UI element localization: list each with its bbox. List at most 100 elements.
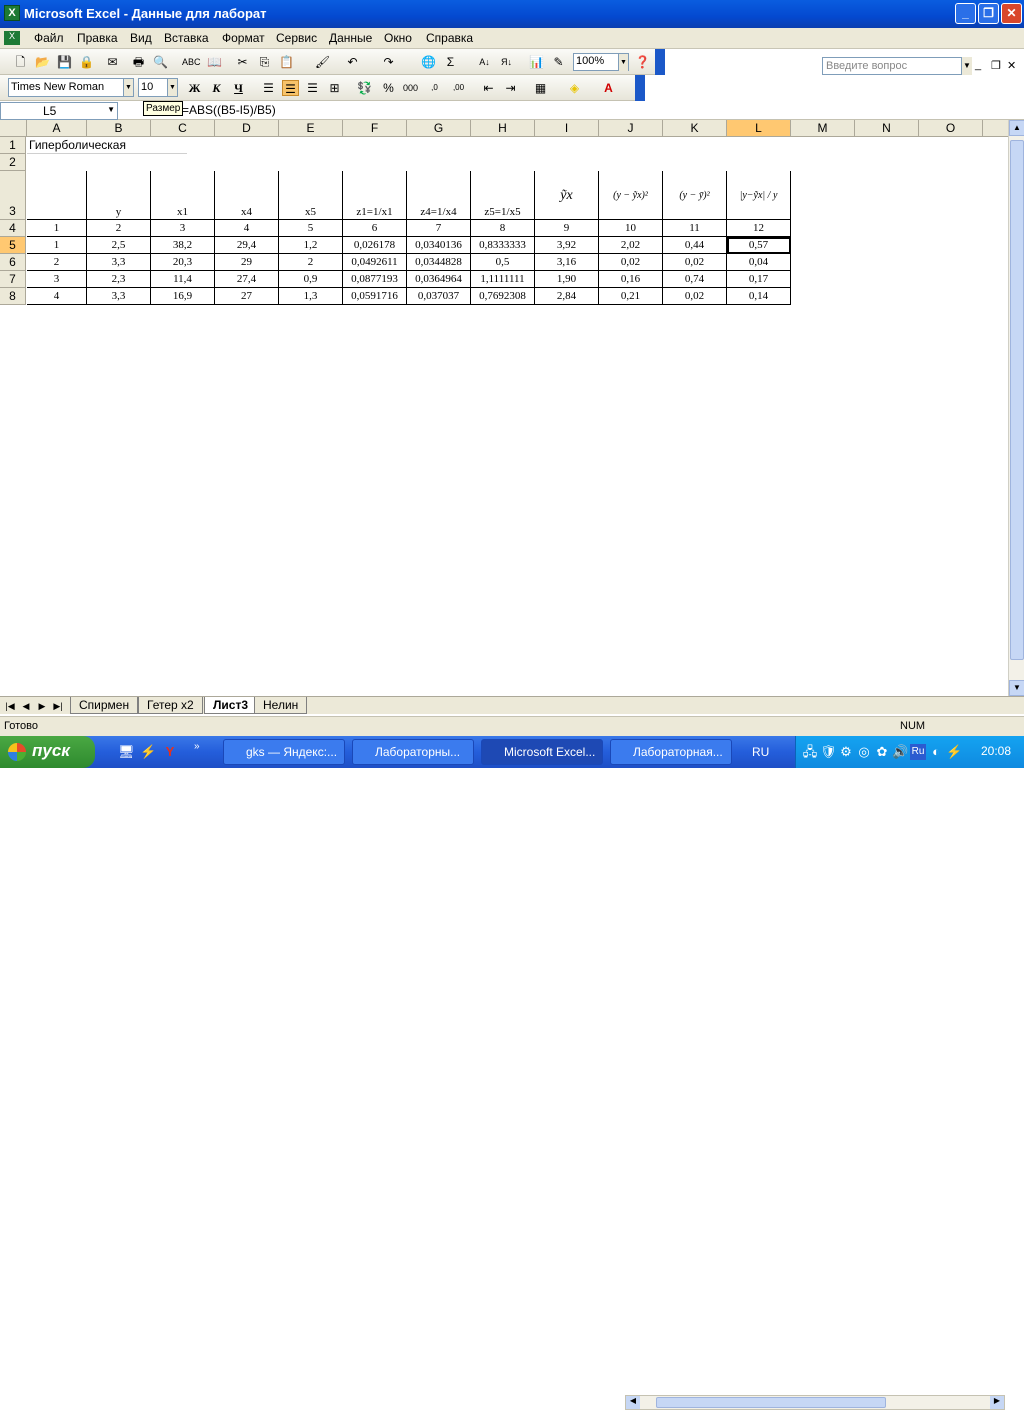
help-icon[interactable]: ❓ [634, 54, 651, 70]
tray-app-icon[interactable]: ⚙ [838, 744, 854, 760]
column-number-cell[interactable]: 7 [407, 220, 471, 237]
cut-icon[interactable]: ✂ [234, 54, 251, 70]
column-header[interactable] [983, 120, 1008, 137]
menu-format[interactable]: Формат [222, 31, 265, 45]
paste-icon[interactable]: 📋 [278, 54, 295, 70]
column-number-cell[interactable]: 3 [151, 220, 215, 237]
borders-icon[interactable]: ▦ [532, 80, 549, 96]
align-right-icon[interactable]: ☰ [304, 80, 321, 96]
last-sheet-icon[interactable]: ▶| [52, 699, 64, 713]
header-cell[interactable]: z4=1/x4 [407, 171, 471, 220]
save-icon[interactable]: 💾 [56, 54, 73, 70]
permission-icon[interactable]: 🔒 [78, 54, 95, 70]
language-indicator[interactable]: RU [752, 745, 769, 759]
start-button[interactable]: пуск [0, 736, 95, 768]
header-cell[interactable]: x4 [215, 171, 279, 220]
row-header[interactable]: 7 [0, 271, 26, 288]
column-number-cell[interactable]: 2 [87, 220, 151, 237]
data-cell[interactable]: 0,02 [599, 254, 663, 271]
header-cell[interactable]: y [87, 171, 151, 220]
vertical-scrollbar[interactable]: ▲ ▼ [1008, 120, 1024, 696]
ask-question-input[interactable]: Введите вопрос [822, 57, 962, 75]
undo-icon[interactable]: ↶ [344, 54, 361, 70]
font-name-select[interactable]: Times New Roman ▼ [8, 78, 134, 97]
data-cell[interactable]: 38,2 [151, 237, 215, 254]
data-cell[interactable]: 27,4 [215, 271, 279, 288]
row-header[interactable]: 2 [0, 154, 26, 171]
sheet-tab[interactable]: Гетер x2 [138, 697, 203, 714]
data-cell[interactable]: 0,0364964 [407, 271, 471, 288]
data-cell[interactable]: 2,3 [87, 271, 151, 288]
data-cell[interactable]: 0,04 [727, 254, 791, 271]
column-header-selected[interactable]: L [727, 120, 791, 137]
data-cell[interactable]: 0,16 [599, 271, 663, 288]
data-cell[interactable]: 1 [27, 237, 87, 254]
data-cell[interactable]: 0,44 [663, 237, 727, 254]
data-cell[interactable]: 0,7692308 [471, 288, 535, 305]
header-cell[interactable]: x5 [279, 171, 343, 220]
data-cell[interactable]: 0,21 [599, 288, 663, 305]
quicklaunch-icon[interactable]: ⚡ [140, 744, 156, 760]
active-cell[interactable]: 0,57 [727, 237, 791, 254]
thousands-icon[interactable]: 000 [402, 80, 419, 96]
column-number-cell[interactable]: 4 [215, 220, 279, 237]
chevron-down-icon[interactable]: ▼ [167, 79, 177, 96]
header-cell[interactable]: z1=1/x1 [343, 171, 407, 220]
tray-volume-icon[interactable]: 🔊 [892, 744, 908, 760]
data-cell[interactable]: 29 [215, 254, 279, 271]
font-color-icon[interactable]: A [600, 80, 617, 96]
sheet-tab[interactable]: Нелин [254, 697, 308, 714]
data-cell[interactable]: 0,74 [663, 271, 727, 288]
row-header[interactable]: 8 [0, 288, 26, 305]
data-cell[interactable]: 0,0340136 [407, 237, 471, 254]
column-number-cell[interactable]: 9 [535, 220, 599, 237]
column-header[interactable]: J [599, 120, 663, 137]
new-icon[interactable]: 🗋 [12, 54, 29, 70]
scroll-right-icon[interactable]: ▶ [990, 1396, 1004, 1409]
task-browser[interactable]: gks — Яндекс:... [223, 739, 345, 765]
column-header[interactable]: G [407, 120, 471, 137]
doc-close-button[interactable]: ✕ [1007, 59, 1016, 72]
first-sheet-icon[interactable]: |◀ [4, 699, 16, 713]
data-cell[interactable]: 0,02 [663, 254, 727, 271]
scroll-left-icon[interactable]: ◀ [626, 1396, 640, 1409]
yandex-icon[interactable]: Y [162, 744, 178, 760]
copy-icon[interactable]: ⎘ [256, 54, 273, 70]
data-cell[interactable]: 1,3 [279, 288, 343, 305]
task-word[interactable]: Лабораторная... [610, 739, 732, 765]
row-header[interactable]: 3 [0, 171, 26, 220]
font-size-select[interactable]: 10 ▼ [138, 78, 178, 97]
data-cell[interactable]: 2 [279, 254, 343, 271]
hyperlink-icon[interactable]: 🌐 [420, 54, 437, 70]
sheet-title-cell[interactable]: Гиперболическая [27, 137, 187, 154]
email-icon[interactable]: ✉ [104, 54, 121, 70]
percent-icon[interactable]: % [380, 80, 397, 96]
header-cell[interactable]: (y − ỹx)² [599, 171, 663, 220]
column-header[interactable]: O [919, 120, 983, 137]
task-folder[interactable]: Лабораторны... [352, 739, 474, 765]
sort-ascending-icon[interactable]: A↓ [476, 54, 493, 70]
column-header[interactable]: A [27, 120, 87, 137]
data-cell[interactable]: 0,026178 [343, 237, 407, 254]
column-number-cell[interactable]: 6 [343, 220, 407, 237]
chart-wizard-icon[interactable]: 📊 [528, 54, 545, 70]
data-cell[interactable]: 29,4 [215, 237, 279, 254]
print-icon[interactable]: 🖶 [130, 54, 147, 70]
autosum-icon[interactable]: Σ [442, 54, 459, 70]
column-header[interactable]: E [279, 120, 343, 137]
desktop-icon[interactable]: 🖥 [118, 744, 135, 760]
research-icon[interactable]: 📖 [206, 54, 223, 70]
tray-app-icon[interactable]: ✿ [874, 744, 890, 760]
data-cell[interactable]: 2 [27, 254, 87, 271]
horizontal-scrollbar[interactable]: ◀ ▶ [625, 1395, 1005, 1410]
scroll-up-icon[interactable]: ▲ [1009, 120, 1024, 136]
menu-data[interactable]: Данные [329, 31, 372, 45]
doc-restore-button[interactable]: ❐ [991, 59, 1001, 72]
menu-window[interactable]: Окно [384, 31, 412, 45]
name-box[interactable]: L5 ▼ [0, 102, 118, 120]
row-header-selected[interactable]: 5 [0, 237, 26, 254]
redo-icon[interactable]: ↷ [380, 54, 397, 70]
merge-center-icon[interactable]: ⊞ [326, 80, 343, 96]
align-left-icon[interactable]: ☰ [260, 80, 277, 96]
data-cell[interactable]: 1,1111111 [471, 271, 535, 288]
